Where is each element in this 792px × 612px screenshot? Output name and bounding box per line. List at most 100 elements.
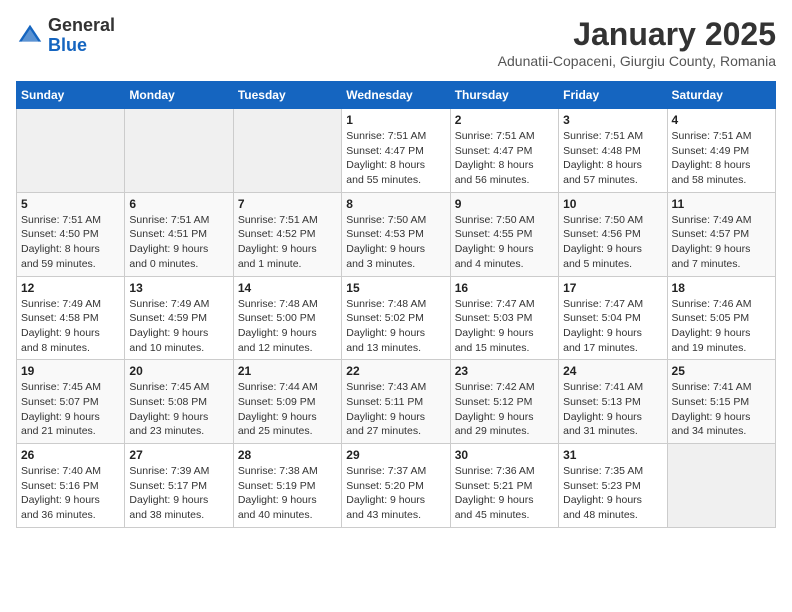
calendar-cell: 22 Sunrise: 7:43 AM Sunset: 5:11 PM Dayli…	[342, 360, 450, 444]
day-number: 26	[21, 448, 120, 462]
day-number: 3	[563, 113, 662, 127]
day-info: Sunrise: 7:41 AM Sunset: 5:15 PM Dayligh…	[672, 380, 771, 439]
day-number: 22	[346, 364, 445, 378]
calendar-cell: 28 Sunrise: 7:38 AM Sunset: 5:19 PM Dayli…	[233, 444, 341, 528]
day-info: Sunrise: 7:40 AM Sunset: 5:16 PM Dayligh…	[21, 464, 120, 523]
column-header-thursday: Thursday	[450, 82, 558, 109]
day-info: Sunrise: 7:46 AM Sunset: 5:05 PM Dayligh…	[672, 297, 771, 356]
calendar-cell: 24 Sunrise: 7:41 AM Sunset: 5:13 PM Dayli…	[559, 360, 667, 444]
calendar-cell	[233, 109, 341, 193]
calendar-cell: 25 Sunrise: 7:41 AM Sunset: 5:15 PM Dayli…	[667, 360, 775, 444]
day-number: 19	[21, 364, 120, 378]
day-number: 1	[346, 113, 445, 127]
day-number: 18	[672, 281, 771, 295]
day-number: 8	[346, 197, 445, 211]
day-number: 23	[455, 364, 554, 378]
day-info: Sunrise: 7:45 AM Sunset: 5:08 PM Dayligh…	[129, 380, 228, 439]
day-info: Sunrise: 7:48 AM Sunset: 5:00 PM Dayligh…	[238, 297, 337, 356]
calendar-cell: 18 Sunrise: 7:46 AM Sunset: 5:05 PM Dayli…	[667, 276, 775, 360]
logo: General Blue	[16, 16, 115, 56]
calendar-cell: 27Sunrise: 7:39 AM Sunset: 5:17 PM Dayli…	[125, 444, 233, 528]
calendar-cell: 2 Sunrise: 7:51 AM Sunset: 4:47 PM Daylig…	[450, 109, 558, 193]
day-number: 21	[238, 364, 337, 378]
calendar-title: January 2025	[498, 16, 776, 53]
calendar-cell: 19Sunrise: 7:45 AM Sunset: 5:07 PM Dayli…	[17, 360, 125, 444]
day-info: Sunrise: 7:35 AM Sunset: 5:23 PM Dayligh…	[563, 464, 662, 523]
column-header-saturday: Saturday	[667, 82, 775, 109]
day-info: Sunrise: 7:50 AM Sunset: 4:53 PM Dayligh…	[346, 213, 445, 272]
day-info: Sunrise: 7:51 AM Sunset: 4:50 PM Dayligh…	[21, 213, 120, 272]
day-number: 27	[129, 448, 228, 462]
day-number: 20	[129, 364, 228, 378]
logo-text: General Blue	[48, 16, 115, 56]
day-number: 25	[672, 364, 771, 378]
calendar-week-1: 1 Sunrise: 7:51 AM Sunset: 4:47 PM Daylig…	[17, 109, 776, 193]
day-number: 5	[21, 197, 120, 211]
day-info: Sunrise: 7:42 AM Sunset: 5:12 PM Dayligh…	[455, 380, 554, 439]
day-number: 11	[672, 197, 771, 211]
calendar-cell	[125, 109, 233, 193]
calendar-cell: 9 Sunrise: 7:50 AM Sunset: 4:55 PM Daylig…	[450, 192, 558, 276]
day-number: 14	[238, 281, 337, 295]
day-info: Sunrise: 7:49 AM Sunset: 4:59 PM Dayligh…	[129, 297, 228, 356]
day-info: Sunrise: 7:51 AM Sunset: 4:51 PM Dayligh…	[129, 213, 228, 272]
calendar-cell: 17 Sunrise: 7:47 AM Sunset: 5:04 PM Dayli…	[559, 276, 667, 360]
calendar-cell: 11 Sunrise: 7:49 AM Sunset: 4:57 PM Dayli…	[667, 192, 775, 276]
day-number: 29	[346, 448, 445, 462]
title-area: January 2025 Adunatii-Copaceni, Giurgiu …	[498, 16, 776, 69]
day-number: 9	[455, 197, 554, 211]
column-header-sunday: Sunday	[17, 82, 125, 109]
calendar-cell: 13Sunrise: 7:49 AM Sunset: 4:59 PM Dayli…	[125, 276, 233, 360]
day-number: 28	[238, 448, 337, 462]
day-info: Sunrise: 7:37 AM Sunset: 5:20 PM Dayligh…	[346, 464, 445, 523]
day-info: Sunrise: 7:51 AM Sunset: 4:52 PM Dayligh…	[238, 213, 337, 272]
calendar-cell	[667, 444, 775, 528]
calendar-cell: 14 Sunrise: 7:48 AM Sunset: 5:00 PM Dayli…	[233, 276, 341, 360]
day-info: Sunrise: 7:44 AM Sunset: 5:09 PM Dayligh…	[238, 380, 337, 439]
day-info: Sunrise: 7:51 AM Sunset: 4:49 PM Dayligh…	[672, 129, 771, 188]
calendar-cell: 29 Sunrise: 7:37 AM Sunset: 5:20 PM Dayli…	[342, 444, 450, 528]
day-number: 16	[455, 281, 554, 295]
calendar-week-2: 5 Sunrise: 7:51 AM Sunset: 4:50 PM Daylig…	[17, 192, 776, 276]
logo-blue: Blue	[48, 35, 87, 55]
calendar-cell: 3 Sunrise: 7:51 AM Sunset: 4:48 PM Daylig…	[559, 109, 667, 193]
calendar-cell: 20 Sunrise: 7:45 AM Sunset: 5:08 PM Dayli…	[125, 360, 233, 444]
day-number: 15	[346, 281, 445, 295]
day-info: Sunrise: 7:50 AM Sunset: 4:56 PM Dayligh…	[563, 213, 662, 272]
day-info: Sunrise: 7:36 AM Sunset: 5:21 PM Dayligh…	[455, 464, 554, 523]
calendar-cell: 26 Sunrise: 7:40 AM Sunset: 5:16 PM Dayli…	[17, 444, 125, 528]
calendar-cell: 30Sunrise: 7:36 AM Sunset: 5:21 PM Dayli…	[450, 444, 558, 528]
day-info: Sunrise: 7:50 AM Sunset: 4:55 PM Dayligh…	[455, 213, 554, 272]
calendar-week-3: 12Sunrise: 7:49 AM Sunset: 4:58 PM Dayli…	[17, 276, 776, 360]
day-number: 6	[129, 197, 228, 211]
day-info: Sunrise: 7:47 AM Sunset: 5:04 PM Dayligh…	[563, 297, 662, 356]
page-header: General Blue January 2025 Adunatii-Copac…	[16, 16, 776, 69]
calendar-cell: 16Sunrise: 7:47 AM Sunset: 5:03 PM Dayli…	[450, 276, 558, 360]
calendar-cell	[17, 109, 125, 193]
calendar-subtitle: Adunatii-Copaceni, Giurgiu County, Roman…	[498, 53, 776, 69]
day-number: 4	[672, 113, 771, 127]
day-number: 7	[238, 197, 337, 211]
calendar-week-4: 19Sunrise: 7:45 AM Sunset: 5:07 PM Dayli…	[17, 360, 776, 444]
calendar-cell: 12Sunrise: 7:49 AM Sunset: 4:58 PM Dayli…	[17, 276, 125, 360]
calendar-cell: 23 Sunrise: 7:42 AM Sunset: 5:12 PM Dayli…	[450, 360, 558, 444]
day-number: 17	[563, 281, 662, 295]
calendar-cell: 31Sunrise: 7:35 AM Sunset: 5:23 PM Dayli…	[559, 444, 667, 528]
day-info: Sunrise: 7:41 AM Sunset: 5:13 PM Dayligh…	[563, 380, 662, 439]
day-number: 10	[563, 197, 662, 211]
calendar-cell: 8 Sunrise: 7:50 AM Sunset: 4:53 PM Daylig…	[342, 192, 450, 276]
column-header-friday: Friday	[559, 82, 667, 109]
day-info: Sunrise: 7:48 AM Sunset: 5:02 PM Dayligh…	[346, 297, 445, 356]
column-header-tuesday: Tuesday	[233, 82, 341, 109]
calendar-cell: 7 Sunrise: 7:51 AM Sunset: 4:52 PM Daylig…	[233, 192, 341, 276]
day-info: Sunrise: 7:38 AM Sunset: 5:19 PM Dayligh…	[238, 464, 337, 523]
day-info: Sunrise: 7:49 AM Sunset: 4:57 PM Dayligh…	[672, 213, 771, 272]
calendar-cell: 10 Sunrise: 7:50 AM Sunset: 4:56 PM Dayli…	[559, 192, 667, 276]
day-info: Sunrise: 7:43 AM Sunset: 5:11 PM Dayligh…	[346, 380, 445, 439]
day-info: Sunrise: 7:51 AM Sunset: 4:48 PM Dayligh…	[563, 129, 662, 188]
day-number: 24	[563, 364, 662, 378]
calendar-cell: 5 Sunrise: 7:51 AM Sunset: 4:50 PM Daylig…	[17, 192, 125, 276]
logo-icon	[16, 22, 44, 50]
day-number: 2	[455, 113, 554, 127]
day-info: Sunrise: 7:51 AM Sunset: 4:47 PM Dayligh…	[455, 129, 554, 188]
